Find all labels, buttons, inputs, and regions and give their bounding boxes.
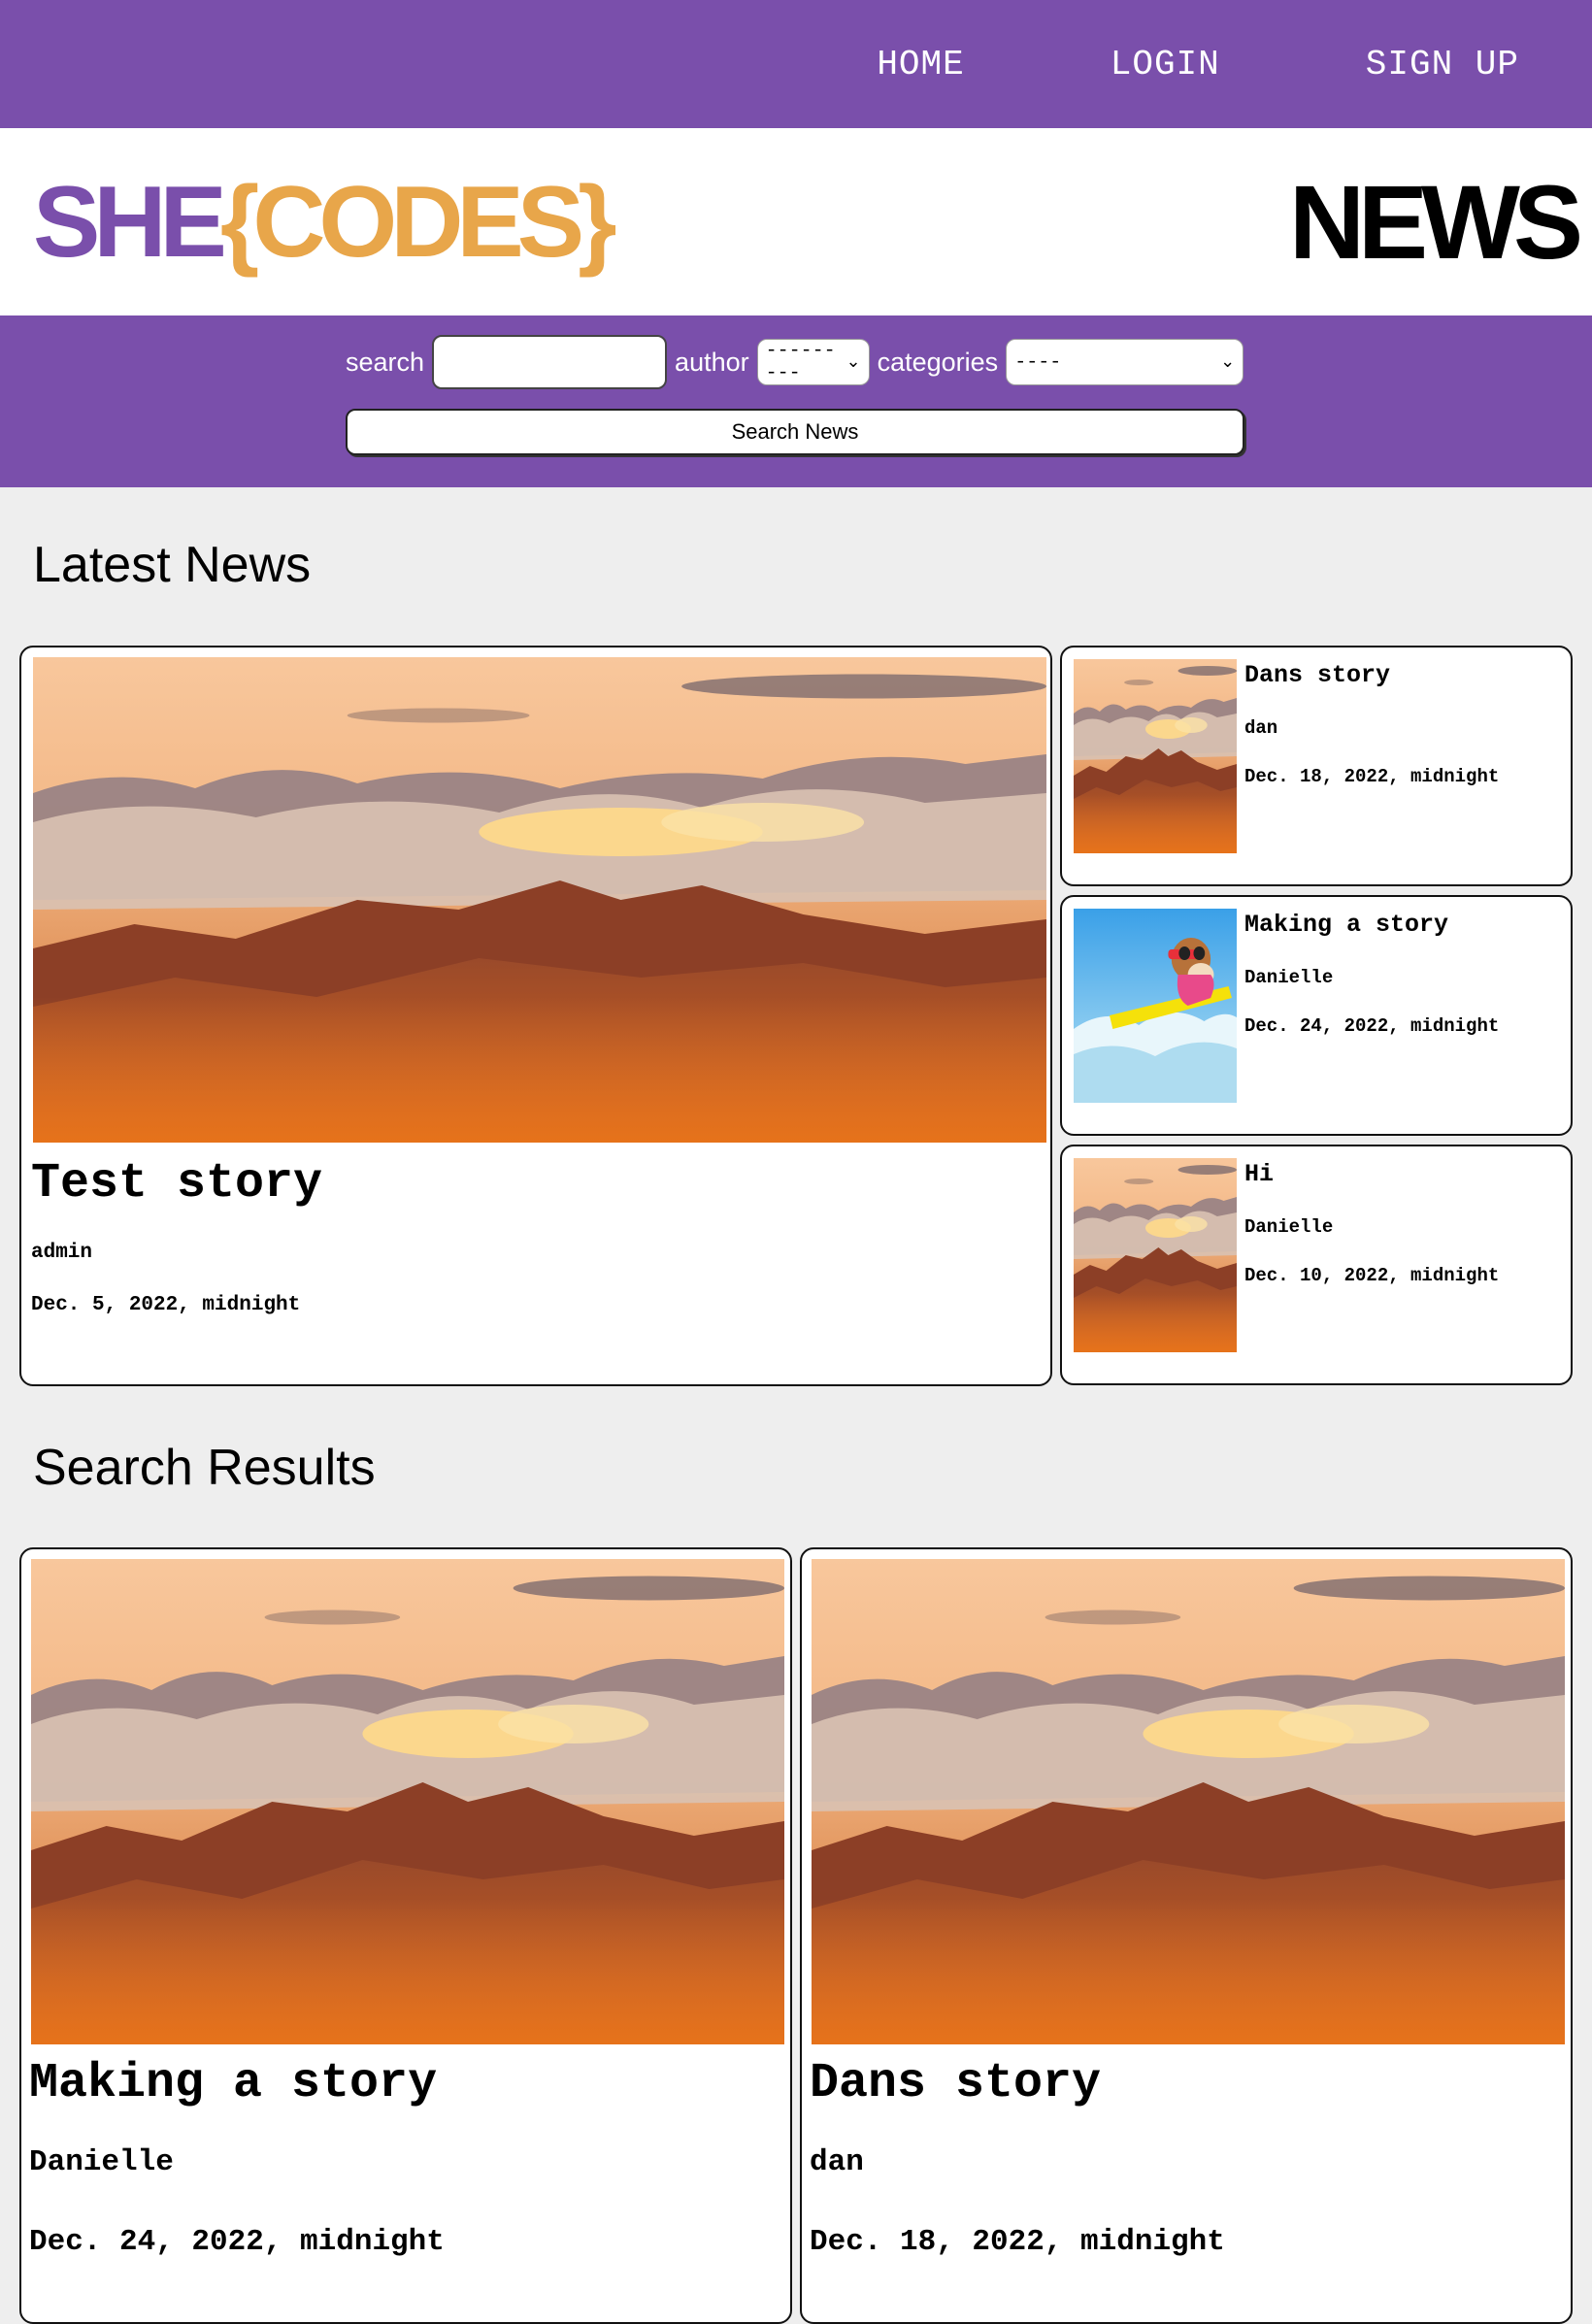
story-date: Dec. 18, 2022, midnight (810, 2225, 1225, 2259)
story-date: Dec. 24, 2022, midnight (1244, 1015, 1500, 1037)
story-image (812, 1559, 1565, 2044)
story-thumbnail (1074, 909, 1237, 1103)
search-input[interactable] (432, 335, 668, 389)
story-author: Danielle (29, 2145, 174, 2179)
news-heading: NEWS (1289, 162, 1583, 281)
brand-header: SHE{CODES} NEWS (0, 128, 1592, 315)
side-story-card[interactable]: Making a story Danielle Dec. 24, 2022, m… (1060, 895, 1573, 1136)
result-story-card[interactable]: Making a story Danielle Dec. 24, 2022, m… (19, 1547, 792, 2324)
categories-label: categories (877, 347, 999, 377)
story-author: dan (1244, 717, 1278, 739)
story-author: Danielle (1244, 967, 1334, 988)
search-results-heading: Search Results (33, 1440, 376, 1496)
chevron-down-icon: ⌄ (1220, 353, 1236, 373)
categories-selected-value: ---- (1014, 350, 1062, 374)
search-filter-bar: search author --------- ⌄ categories ---… (0, 315, 1592, 487)
story-author: admin (31, 1242, 93, 1264)
story-thumbnail (1074, 1158, 1237, 1352)
chevron-down-icon: ⌄ (846, 353, 861, 373)
story-date: Dec. 18, 2022, midnight (1244, 766, 1500, 787)
story-date: Dec. 5, 2022, midnight (31, 1294, 301, 1316)
story-author: Danielle (1244, 1216, 1334, 1238)
search-label: search (346, 347, 425, 377)
top-nav: HOME LOGIN SIGN UP (0, 0, 1592, 128)
story-title[interactable]: Making a story (1244, 911, 1448, 939)
side-story-card[interactable]: Dans story dan Dec. 18, 2022, midnight (1060, 646, 1573, 886)
nav-signup-link[interactable]: SIGN UP (1366, 45, 1519, 84)
featured-story-card[interactable]: Test story admin Dec. 5, 2022, midnight (19, 646, 1052, 1386)
story-title[interactable]: Hi (1244, 1160, 1274, 1188)
logo-she-text: SHE (33, 165, 227, 279)
author-selected-value: --------- (765, 340, 836, 384)
categories-select[interactable]: ---- ⌄ (1006, 339, 1244, 385)
logo-codes-text: {CODES} (219, 165, 617, 279)
story-thumbnail (1074, 659, 1237, 853)
side-story-card[interactable]: Hi Danielle Dec. 10, 2022, midnight (1060, 1145, 1573, 1385)
story-title[interactable]: Dans story (810, 2056, 1101, 2111)
story-date: Dec. 24, 2022, midnight (29, 2225, 445, 2259)
result-story-card[interactable]: Dans story dan Dec. 18, 2022, midnight (800, 1547, 1573, 2324)
search-news-button[interactable]: Search News (346, 409, 1244, 455)
story-title[interactable]: Test story (31, 1156, 322, 1212)
author-label: author (675, 347, 749, 377)
shecodes-logo[interactable]: SHE{CODES} (33, 172, 617, 273)
story-title[interactable]: Making a story (29, 2056, 437, 2111)
author-select[interactable]: --------- ⌄ (756, 339, 870, 385)
latest-news-heading: Latest News (33, 537, 312, 593)
story-title[interactable]: Dans story (1244, 661, 1390, 689)
nav-login-link[interactable]: LOGIN (1111, 45, 1220, 84)
nav-home-link[interactable]: HOME (877, 45, 964, 84)
story-image (33, 657, 1046, 1143)
story-author: dan (810, 2145, 864, 2179)
story-image (31, 1559, 784, 2044)
search-filter-row: search author --------- ⌄ categories ---… (346, 335, 1244, 389)
story-date: Dec. 10, 2022, midnight (1244, 1265, 1500, 1286)
